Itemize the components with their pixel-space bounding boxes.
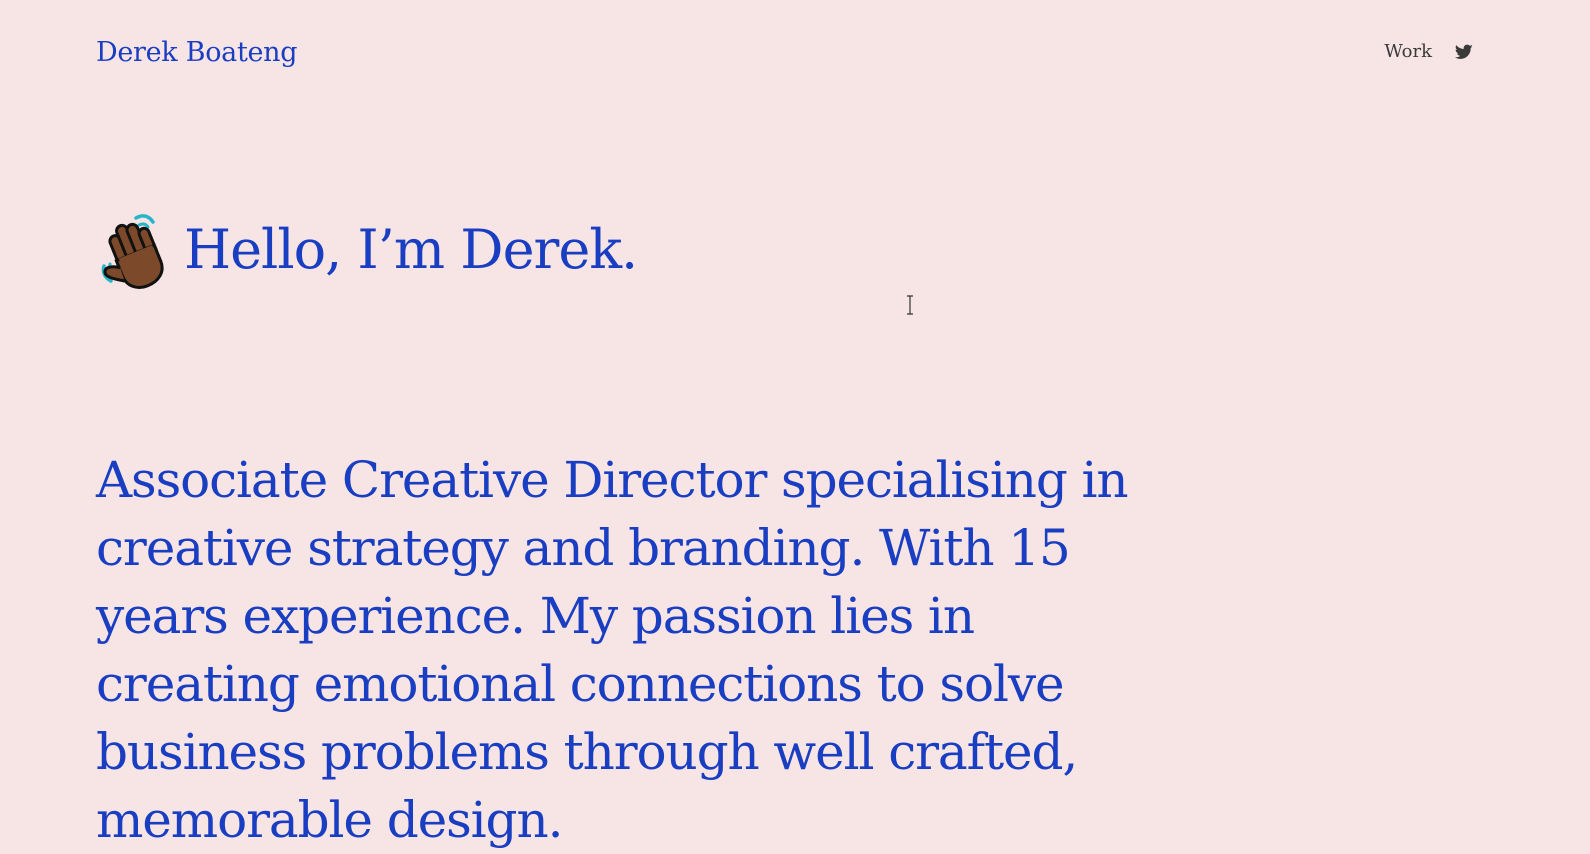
waving-hand-icon — [101, 214, 164, 289]
hero: Hello, I’m Derek. — [96, 208, 638, 292]
twitter-icon — [1455, 44, 1473, 59]
greeting-heading: Hello, I’m Derek. — [184, 218, 638, 281]
intro-paragraph: Associate Creative Director specialising… — [96, 451, 1129, 849]
text-cursor-icon — [907, 295, 913, 315]
nav-work-link[interactable]: Work — [1384, 40, 1432, 64]
twitter-link[interactable] — [1454, 42, 1474, 62]
site-header: Derek Boateng Work — [0, 0, 1590, 110]
brand-home-link[interactable]: Derek Boateng — [96, 36, 298, 70]
main-nav: Work — [1384, 40, 1474, 64]
